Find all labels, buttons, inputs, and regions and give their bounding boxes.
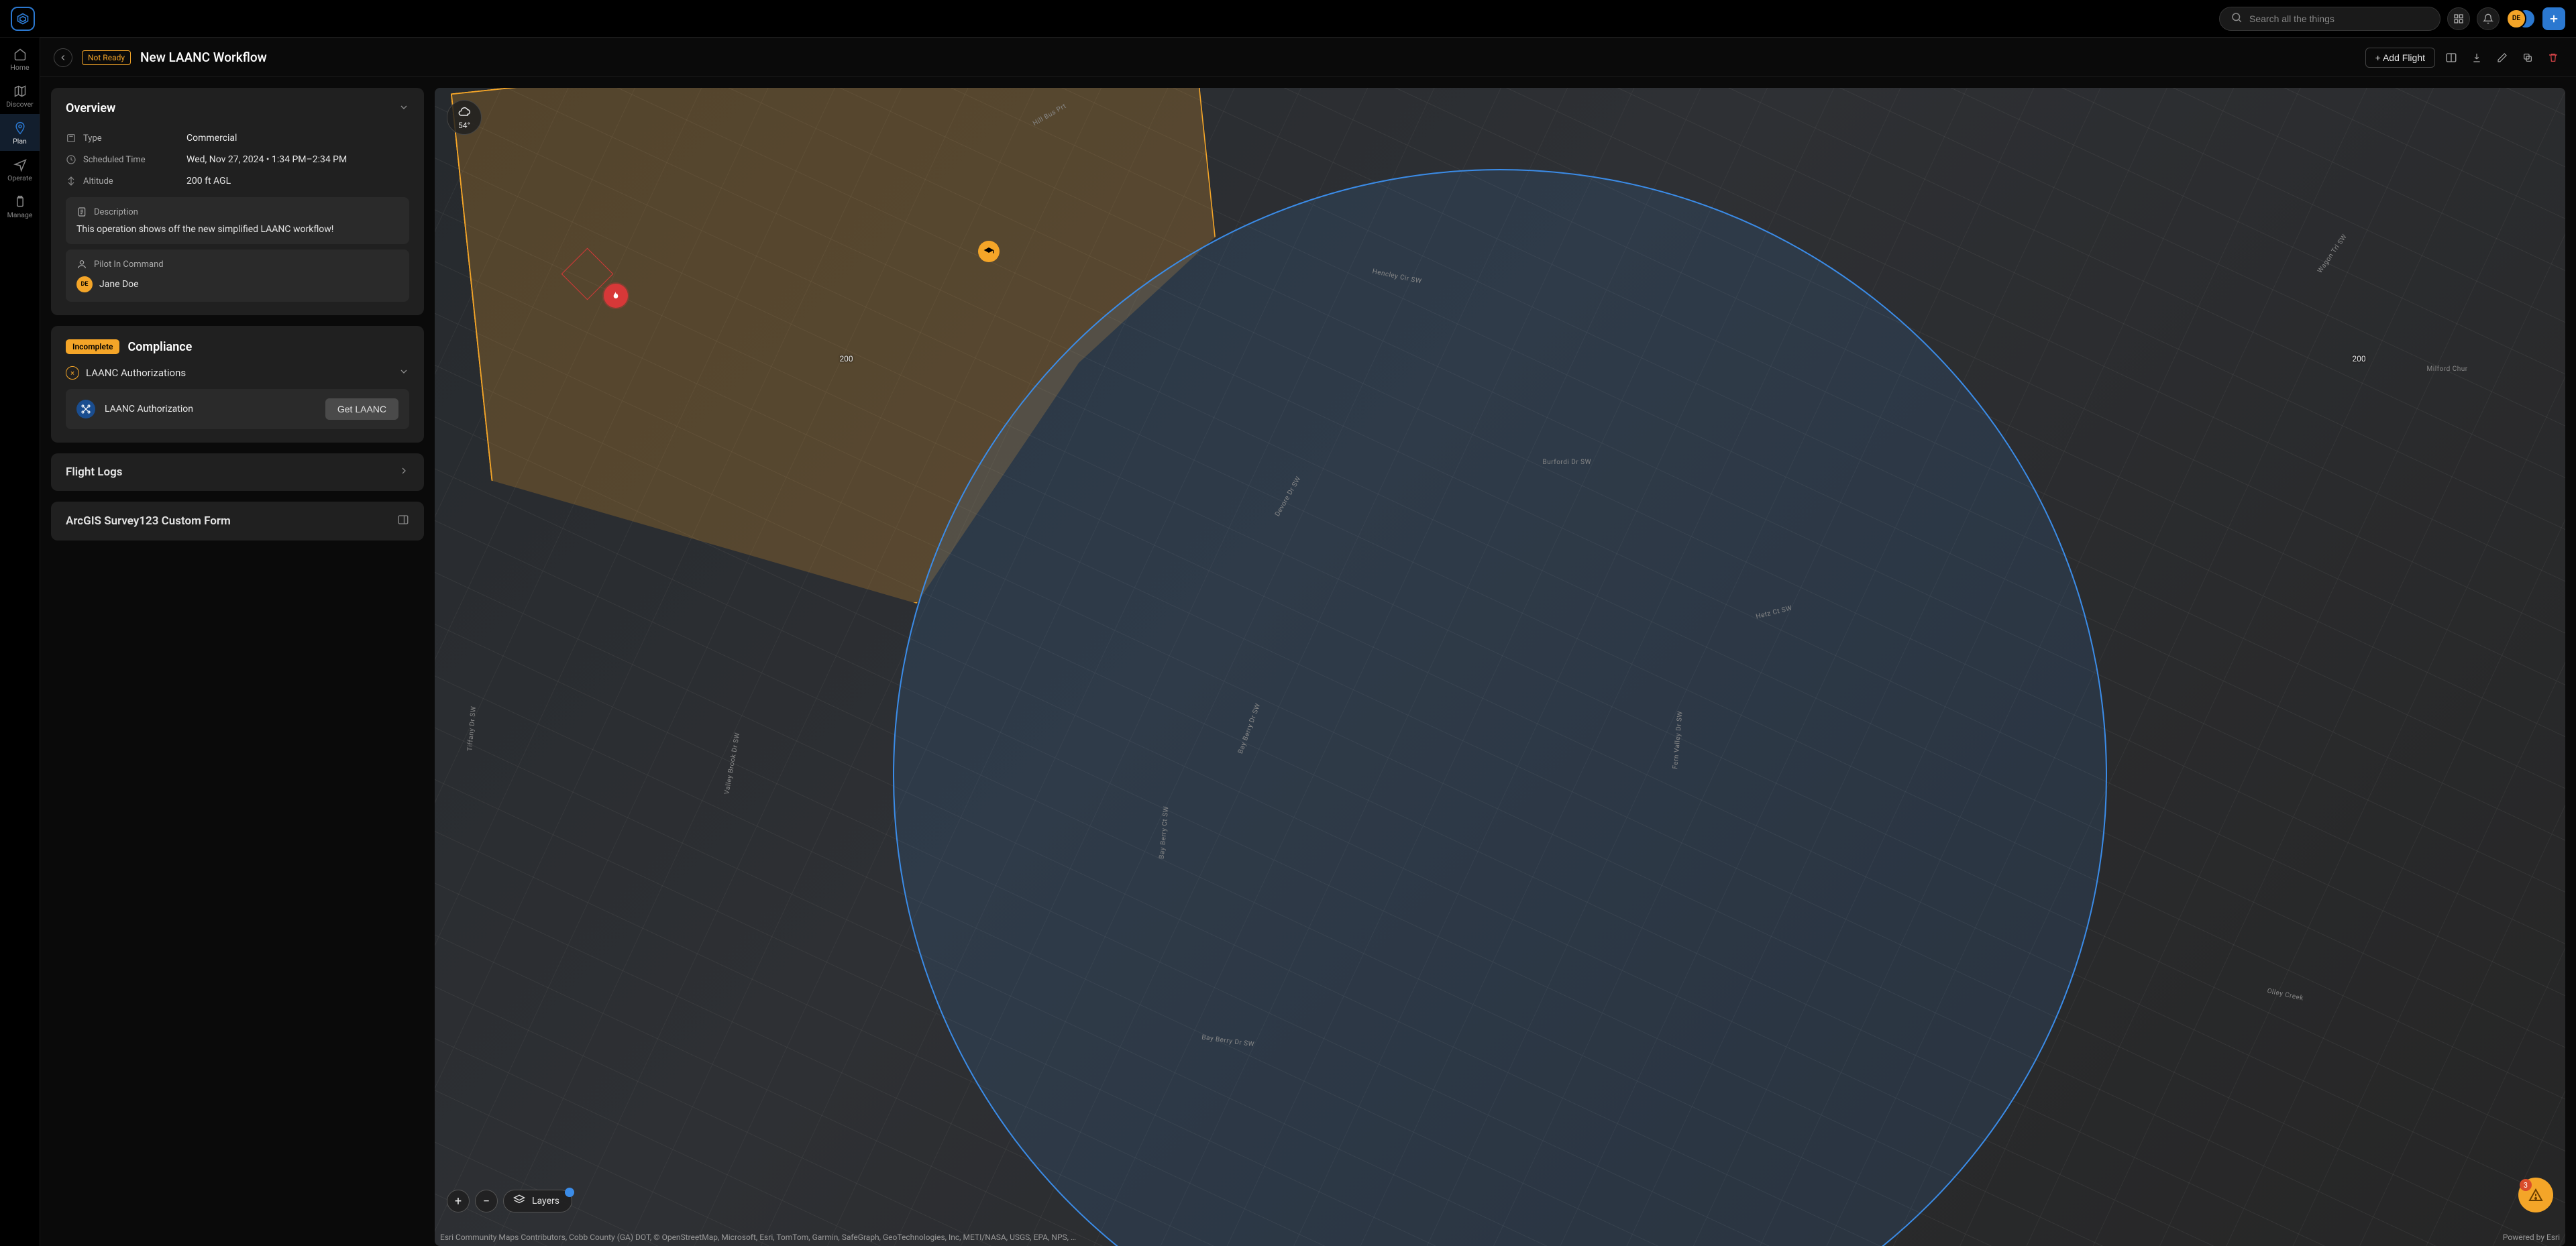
status-badge: Not Ready [82, 50, 131, 65]
description-text: This operation shows off the new simplif… [76, 224, 398, 235]
layers-indicator-dot [565, 1188, 574, 1197]
survey123-card[interactable]: ArcGIS Survey123 Custom Form [51, 502, 424, 541]
layers-icon [513, 1194, 525, 1208]
avatar-initials: DE [2506, 9, 2526, 29]
user-icon [76, 259, 87, 270]
auth-label: LAANC Authorizations [86, 367, 186, 379]
apps-button[interactable] [2447, 7, 2470, 30]
altitude-icon [66, 176, 76, 186]
nav-manage[interactable]: Manage [0, 188, 40, 225]
type-value: Commercial [186, 133, 237, 144]
altitude-value: 200 ft AGL [186, 176, 231, 186]
altitude-label: Altitude [83, 176, 113, 186]
plan-icon [13, 121, 28, 135]
description-label: Description [94, 207, 138, 217]
map-view[interactable]: Hencley Cir SW Burfordi Dr SW Devore Dr … [435, 88, 2565, 1246]
home-icon [13, 47, 28, 62]
nav-label: Plan [13, 137, 27, 146]
download-button[interactable] [2467, 48, 2486, 67]
nav-label: Home [10, 63, 29, 72]
layers-label: Layers [532, 1196, 559, 1206]
tag-icon [66, 133, 76, 144]
search-icon [2231, 11, 2243, 26]
user-avatar[interactable]: DE [2506, 7, 2536, 30]
nav-discover[interactable]: Discover [0, 77, 40, 114]
pilot-avatar: DE [76, 276, 93, 292]
scheduled-value: Wed, Nov 27, 2024 • 1:34 PM–2:34 PM [186, 154, 347, 165]
grid-altitude-label: 200 [839, 354, 853, 363]
alerts-fab[interactable]: 3 [2518, 1178, 2553, 1212]
panel-toggle-button[interactable] [2442, 48, 2461, 67]
nav-label: Discover [6, 100, 33, 109]
grid-altitude-label: 200 [2352, 354, 2365, 363]
search-input[interactable] [2249, 13, 2429, 24]
laanc-logo-icon [76, 400, 95, 418]
copy-button[interactable] [2518, 48, 2537, 67]
chevron-right-icon [398, 465, 409, 479]
cloud-icon [458, 105, 471, 121]
description-box: Description This operation shows off the… [66, 197, 409, 244]
global-search[interactable] [2219, 7, 2440, 31]
clock-icon [66, 154, 76, 165]
map-icon [13, 84, 28, 99]
compliance-card: Incomplete Compliance × LAANC Authorizat… [51, 326, 424, 443]
school-icon[interactable] [978, 241, 1000, 262]
compliance-title: Compliance [127, 340, 192, 354]
add-flight-button[interactable]: + Add Flight [2365, 48, 2435, 68]
compliance-status-badge: Incomplete [66, 339, 119, 354]
nav-operate[interactable]: Operate [0, 151, 40, 188]
weather-temp: 54° [458, 121, 470, 130]
weather-chip[interactable]: 54° [447, 100, 482, 135]
street-label: Olley Creek [2267, 987, 2304, 1002]
pilot-box: Pilot In Command DE Jane Doe [66, 249, 409, 302]
nav-label: Manage [7, 211, 33, 219]
notifications-button[interactable] [2477, 7, 2500, 30]
delete-button[interactable] [2544, 48, 2563, 67]
get-laanc-button[interactable]: Get LAANC [325, 398, 398, 420]
nav-home[interactable]: Home [0, 40, 40, 77]
flight-logs-card[interactable]: Flight Logs [51, 453, 424, 491]
page-title: New LAANC Workflow [140, 50, 267, 65]
layers-button[interactable]: Layers [503, 1190, 572, 1212]
pilot-name: Jane Doe [99, 279, 139, 290]
overview-card: Overview Type Commercial Scheduled Time … [51, 88, 424, 315]
create-button[interactable] [2542, 7, 2565, 30]
chevron-down-icon[interactable] [398, 102, 409, 115]
survey123-title: ArcGIS Survey123 Custom Form [66, 514, 231, 528]
alerts-count-badge: 3 [2520, 1179, 2532, 1191]
back-button[interactable] [54, 48, 72, 67]
type-label: Type [83, 133, 102, 144]
operate-icon [13, 158, 28, 172]
pilot-label: Pilot In Command [94, 260, 164, 270]
street-label: Burfordi Dr SW [1543, 459, 1591, 466]
document-icon [76, 207, 87, 217]
edit-button[interactable] [2493, 48, 2512, 67]
street-label: Valley Brook Dr SW [723, 732, 741, 795]
overview-title: Overview [66, 101, 115, 115]
scheduled-label: Scheduled Time [83, 155, 146, 165]
nav-plan[interactable]: Plan [0, 114, 40, 151]
open-external-icon [397, 514, 409, 528]
street-label: Milford Chur [2427, 365, 2468, 373]
laanc-item: LAANC Authorization Get LAANC [66, 389, 409, 429]
street-label: Wagon Trl SW [2316, 233, 2349, 274]
laanc-item-label: LAANC Authorization [105, 404, 193, 414]
app-logo[interactable] [11, 7, 35, 31]
nav-label: Operate [7, 174, 32, 182]
zoom-in-button[interactable]: + [447, 1190, 470, 1212]
manage-icon [13, 194, 28, 209]
fire-hazard-icon[interactable] [605, 285, 627, 306]
street-label: Tiffany Dr SW [466, 705, 478, 751]
chevron-down-icon[interactable] [398, 366, 409, 380]
auth-status-icon: × [66, 366, 79, 380]
zoom-out-button[interactable]: − [475, 1190, 498, 1212]
flight-logs-title: Flight Logs [66, 465, 123, 479]
